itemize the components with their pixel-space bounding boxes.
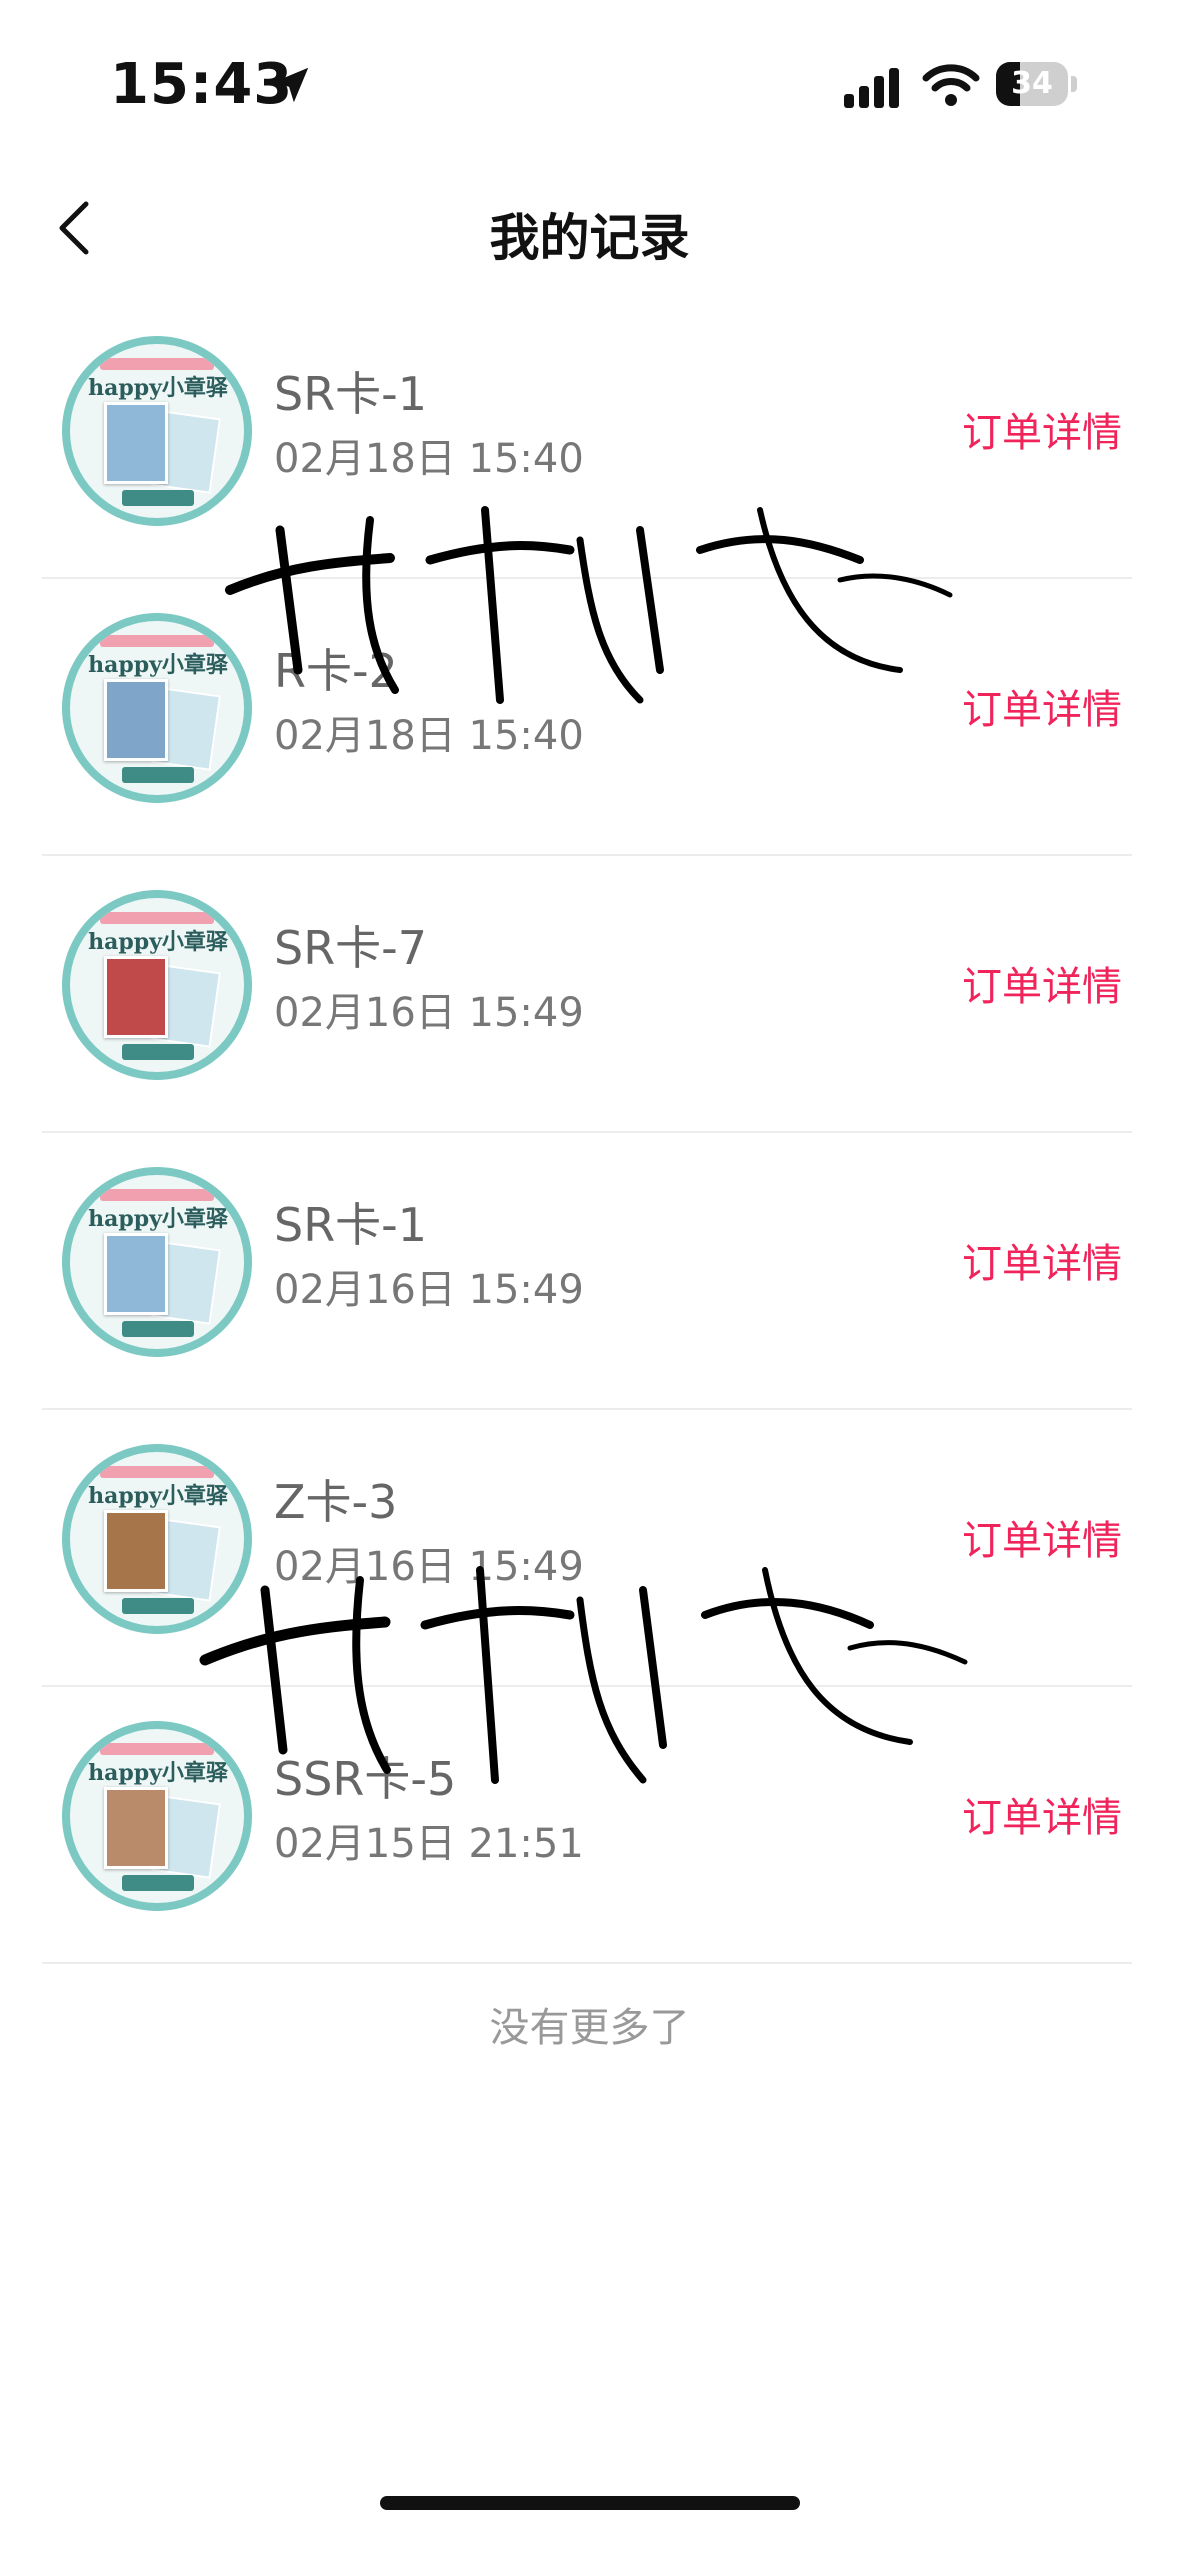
record-date: 02月16日 15:49: [274, 1267, 584, 1313]
thumbnail-card: happy小章驿站: [70, 898, 244, 1072]
thumbnail-photo: [104, 1233, 168, 1315]
thumbnail-banner: [100, 635, 214, 647]
thumbnail-photo: [104, 1787, 168, 1869]
record-date: 02月15日 21:51: [274, 1821, 584, 1867]
record-date: 02月18日 15:40: [274, 713, 584, 759]
order-detail-link[interactable]: 订单详情: [962, 1231, 1122, 1289]
record-date: 02月16日 15:49: [274, 990, 584, 1036]
thumbnail-tag: [122, 1875, 194, 1891]
record-date: 02月16日 15:49: [274, 1544, 584, 1590]
thumbnail-tag: [122, 1321, 194, 1337]
record-date: 02月18日 15:40: [274, 436, 584, 482]
thumbnail-card: happy小章驿站: [70, 621, 244, 795]
record-thumbnail: happy小章驿站: [62, 1444, 252, 1634]
record-title: SR卡-1: [274, 1198, 428, 1252]
navigation-bar: 我的记录: [0, 170, 1179, 290]
home-indicator: [380, 2496, 800, 2510]
thumbnail-photo: [104, 956, 168, 1038]
record-title: SR卡-7: [274, 921, 428, 975]
thumbnail-card: happy小章驿站: [70, 1729, 244, 1903]
record-thumbnail: happy小章驿站: [62, 336, 252, 526]
battery-body: 34: [996, 62, 1068, 106]
thumbnail-tag: [122, 1598, 194, 1614]
record-row[interactable]: happy小章驿站 SR卡-7 02月16日 15:49 订单详情: [42, 854, 1132, 1133]
battery-percent: 34: [1011, 66, 1053, 101]
no-more-text: 没有更多了: [489, 2005, 690, 2051]
battery-tip: [1071, 76, 1077, 92]
record-title: R卡-2: [274, 644, 398, 698]
order-detail-link[interactable]: 订单详情: [962, 677, 1122, 735]
order-detail-link[interactable]: 订单详情: [962, 954, 1122, 1012]
cellular-signal-icon: [844, 68, 899, 108]
record-title: SSR卡-5: [274, 1752, 457, 1806]
thumbnail-banner: [100, 358, 214, 370]
battery-indicator: 34: [996, 62, 1080, 108]
thumbnail-photo: [104, 402, 168, 484]
order-detail-link[interactable]: 订单详情: [962, 1785, 1122, 1843]
record-row[interactable]: happy小章驿站 SR卡-1 02月16日 15:49 订单详情: [42, 1131, 1132, 1410]
record-thumbnail: happy小章驿站: [62, 1167, 252, 1357]
wifi-icon: [922, 64, 980, 106]
thumbnail-tag: [122, 1044, 194, 1060]
thumbnail-banner: [100, 1466, 214, 1478]
thumbnail-banner: [100, 912, 214, 924]
thumbnail-banner: [100, 1189, 214, 1201]
record-row[interactable]: happy小章驿站 R卡-2 02月18日 15:40 订单详情: [42, 577, 1132, 856]
record-thumbnail: happy小章驿站: [62, 890, 252, 1080]
record-row[interactable]: happy小章驿站 SR卡-1 02月18日 15:40 订单详情: [42, 300, 1132, 579]
thumbnail-photo: [104, 679, 168, 761]
thumbnail-tag: [122, 490, 194, 506]
record-row[interactable]: happy小章驿站 Z卡-3 02月16日 15:49 订单详情: [42, 1408, 1132, 1687]
location-arrow-icon: [273, 67, 309, 103]
page-title: 我的记录: [489, 209, 690, 267]
record-title: SR卡-1: [274, 367, 428, 421]
order-detail-link[interactable]: 订单详情: [962, 1508, 1122, 1566]
record-title: Z卡-3: [274, 1475, 398, 1529]
thumbnail-banner: [100, 1743, 214, 1755]
thumbnail-card: happy小章驿站: [70, 1175, 244, 1349]
thumbnail-card: happy小章驿站: [70, 344, 244, 518]
status-time: 15:43: [110, 52, 294, 117]
order-detail-link[interactable]: 订单详情: [962, 400, 1122, 458]
record-thumbnail: happy小章驿站: [62, 613, 252, 803]
status-bar: 15:43 34: [0, 0, 1179, 170]
record-thumbnail: happy小章驿站: [62, 1721, 252, 1911]
thumbnail-photo: [104, 1510, 168, 1592]
thumbnail-tag: [122, 767, 194, 783]
record-row[interactable]: happy小章驿站 SSR卡-5 02月15日 21:51 订单详情: [42, 1685, 1132, 1964]
thumbnail-card: happy小章驿站: [70, 1452, 244, 1626]
